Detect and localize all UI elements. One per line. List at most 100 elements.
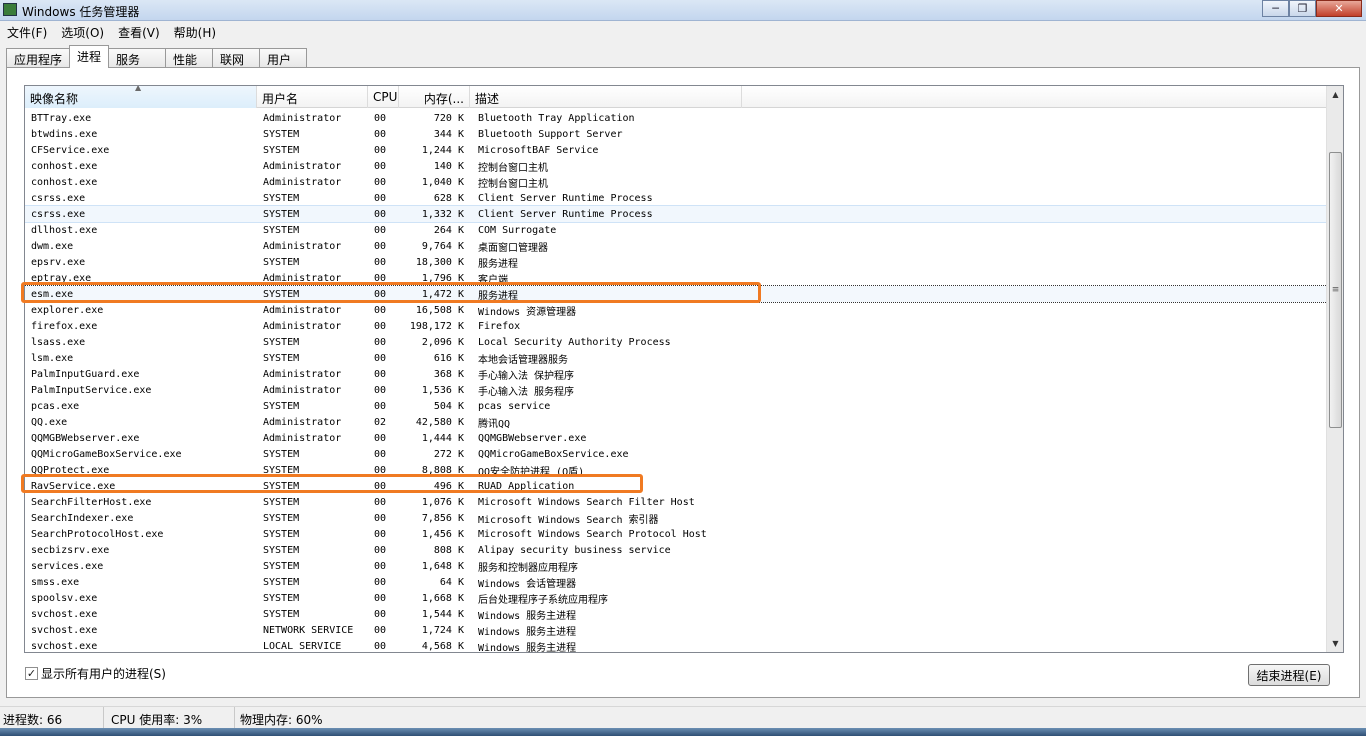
table-row[interactable]: lsass.exe SYSTEM 00 2,096 K Local Security A… bbox=[25, 334, 1327, 350]
table-row[interactable]: PalmInputGuard.exe Administrator 00 368 K 手心… bbox=[25, 366, 1327, 382]
table-row[interactable]: QQMGBWebserver.exe Administrator 00 1,444 K… bbox=[25, 430, 1327, 446]
status-bar: 进程数: 66 CPU 使用率: 3% 物理内存: 60% bbox=[0, 706, 1366, 728]
vertical-scrollbar[interactable]: ▲ ≡ ▼ bbox=[1326, 86, 1343, 652]
process-name: services.exe bbox=[31, 560, 104, 572]
process-description: Windows 资源管理器 bbox=[478, 306, 577, 318]
table-row[interactable]: svchost.exe LOCAL SERVICE 00 4,568 K Windows… bbox=[25, 638, 1327, 653]
process-name: svchost.exe bbox=[31, 624, 98, 636]
table-row[interactable]: PalmInputService.exe Administrator 00 1,536… bbox=[25, 382, 1327, 398]
process-memory: 1,040 K bbox=[421, 176, 464, 188]
table-row[interactable]: firefox.exe Administrator 00 198,172 K Firef… bbox=[25, 318, 1327, 334]
process-name: CFService.exe bbox=[31, 144, 110, 156]
table-row[interactable]: QQProtect.exe SYSTEM 00 8,808 K QQ安全防护进程 (Q盾… bbox=[25, 462, 1327, 478]
maximize-button[interactable]: ❐ bbox=[1289, 0, 1316, 17]
table-row[interactable]: esm.exe SYSTEM 00 1,472 K 服务进程 bbox=[25, 285, 1328, 303]
menu-file[interactable]: 文件(F) bbox=[0, 21, 54, 41]
scroll-thumb[interactable]: ≡ bbox=[1329, 152, 1342, 428]
table-row[interactable]: btwdins.exe SYSTEM 00 344 K Bluetooth Suppor… bbox=[25, 126, 1327, 142]
tab-networking[interactable]: 联网 bbox=[212, 48, 261, 68]
process-memory: 4,568 K bbox=[421, 640, 464, 652]
table-row[interactable]: pcas.exe SYSTEM 00 504 K pcas service bbox=[25, 398, 1327, 414]
process-name: SearchIndexer.exe bbox=[31, 512, 134, 524]
process-memory: 808 K bbox=[433, 544, 464, 556]
table-row[interactable]: epsrv.exe SYSTEM 00 18,300 K 服务进程 bbox=[25, 254, 1327, 270]
process-memory: 344 K bbox=[433, 128, 464, 140]
table-row[interactable]: QQ.exe Administrator 02 42,580 K 腾讯QQ bbox=[25, 414, 1327, 430]
status-cpu-usage: CPU 使用率: 3% bbox=[104, 707, 235, 728]
process-name: btwdins.exe bbox=[31, 128, 98, 140]
process-list[interactable]: ▲ 映像名称 用户名 CPU 内存(... 描述 BTTray.exe Admin… bbox=[24, 85, 1344, 653]
table-row[interactable]: conhost.exe Administrator 00 140 K 控制台窗口主机 bbox=[25, 158, 1327, 174]
table-row[interactable]: svchost.exe NETWORK SERVICE 00 1,724 K Windo… bbox=[25, 622, 1327, 638]
process-description: MicrosoftBAF Service bbox=[478, 144, 599, 156]
process-user: NETWORK SERVICE bbox=[263, 624, 354, 636]
show-all-users-option[interactable]: ✓ 显示所有用户的进程(S) bbox=[25, 665, 166, 682]
table-row[interactable]: services.exe SYSTEM 00 1,648 K 服务和控制器应用程序 bbox=[25, 558, 1327, 574]
minimize-button[interactable]: ─ bbox=[1262, 0, 1289, 17]
process-memory: 368 K bbox=[433, 368, 464, 380]
table-row[interactable]: secbizsrv.exe SYSTEM 00 808 K Alipay securit… bbox=[25, 542, 1327, 558]
process-description: Windows 服务主进程 bbox=[478, 610, 577, 622]
table-row[interactable]: lsm.exe SYSTEM 00 616 K 本地会话管理器服务 bbox=[25, 350, 1327, 366]
table-row[interactable]: dllhost.exe SYSTEM 00 264 K COM Surrogate bbox=[25, 222, 1327, 238]
process-cpu: 00 bbox=[374, 528, 387, 540]
process-cpu: 00 bbox=[374, 512, 387, 524]
table-row[interactable]: eptray.exe Administrator 00 1,796 K 客户端 bbox=[25, 270, 1327, 286]
table-row[interactable]: spoolsv.exe SYSTEM 00 1,668 K 后台处理程序子系统应用程序 bbox=[25, 590, 1327, 606]
process-name: lsass.exe bbox=[31, 336, 86, 348]
process-memory: 7,856 K bbox=[421, 512, 464, 524]
process-memory: 272 K bbox=[433, 448, 464, 460]
process-description: Bluetooth Support Server bbox=[478, 128, 623, 140]
table-row[interactable]: csrss.exe SYSTEM 00 628 K Client Server Runt… bbox=[25, 190, 1327, 206]
scroll-up-icon[interactable]: ▲ bbox=[1327, 86, 1343, 103]
column-cpu[interactable]: CPU bbox=[368, 86, 399, 108]
sort-ascending-icon: ▲ bbox=[135, 85, 142, 92]
process-user: SYSTEM bbox=[263, 576, 300, 588]
table-row[interactable]: smss.exe SYSTEM 00 64 K Windows 会话管理器 bbox=[25, 574, 1327, 590]
process-name: explorer.exe bbox=[31, 304, 104, 316]
column-memory[interactable]: 内存(... bbox=[399, 86, 470, 108]
process-name: QQMicroGameBoxService.exe bbox=[31, 448, 182, 460]
table-row[interactable]: SearchFilterHost.exe SYSTEM 00 1,076 K Micro… bbox=[25, 494, 1327, 510]
process-cpu: 00 bbox=[374, 112, 387, 124]
table-row[interactable]: BTTray.exe Administrator 00 720 K Bluetooth … bbox=[25, 110, 1327, 126]
process-cpu: 00 bbox=[374, 400, 387, 412]
table-row[interactable]: SearchProtocolHost.exe SYSTEM 00 1,456 K Mic… bbox=[25, 526, 1327, 542]
table-row[interactable]: svchost.exe SYSTEM 00 1,544 K Windows 服务主进程 bbox=[25, 606, 1327, 622]
table-row[interactable]: explorer.exe Administrator 00 16,508 K Windo… bbox=[25, 302, 1327, 318]
menu-options[interactable]: 选项(O) bbox=[54, 21, 111, 41]
tab-processes[interactable]: 进程 bbox=[69, 45, 110, 68]
column-description[interactable]: 描述 bbox=[470, 86, 742, 108]
process-user: SYSTEM bbox=[263, 560, 300, 572]
tab-performance[interactable]: 性能 bbox=[165, 48, 214, 68]
table-row[interactable]: SearchIndexer.exe SYSTEM 00 7,856 K Microsof… bbox=[25, 510, 1327, 526]
table-row[interactable]: dwm.exe Administrator 00 9,764 K 桌面窗口管理器 bbox=[25, 238, 1327, 254]
column-image-name[interactable]: ▲ 映像名称 bbox=[25, 86, 257, 108]
table-row[interactable]: RavService.exe SYSTEM 00 496 K RUAD Applicat… bbox=[25, 478, 1327, 494]
process-description: Microsoft Windows Search Protocol Host bbox=[478, 528, 707, 540]
end-process-button[interactable]: 结束进程(E) bbox=[1248, 664, 1330, 686]
checkbox-checked-icon[interactable]: ✓ bbox=[25, 667, 38, 680]
table-row[interactable]: csrss.exe SYSTEM 00 1,332 K Client Server Ru… bbox=[25, 205, 1328, 223]
table-row[interactable]: conhost.exe Administrator 00 1,040 K 控制台窗口主机 bbox=[25, 174, 1327, 190]
task-manager-icon bbox=[3, 3, 17, 16]
process-memory: 18,300 K bbox=[415, 256, 464, 268]
table-row[interactable]: QQMicroGameBoxService.exe SYSTEM 00 272 K QQ… bbox=[25, 446, 1327, 462]
close-button[interactable]: ✕ bbox=[1316, 0, 1362, 17]
scroll-down-icon[interactable]: ▼ bbox=[1327, 635, 1343, 652]
tab-services[interactable]: 服务 bbox=[108, 48, 167, 68]
process-memory: 140 K bbox=[433, 160, 464, 172]
table-row[interactable]: CFService.exe SYSTEM 00 1,244 K MicrosoftBAF… bbox=[25, 142, 1327, 158]
tab-applications[interactable]: 应用程序 bbox=[6, 48, 71, 68]
process-name: eptray.exe bbox=[31, 272, 92, 284]
process-name: csrss.exe bbox=[31, 208, 86, 220]
show-all-users-label: 显示所有用户的进程(S) bbox=[41, 667, 166, 681]
tab-users[interactable]: 用户 bbox=[259, 48, 308, 68]
menu-view[interactable]: 查看(V) bbox=[111, 21, 167, 41]
column-user-name[interactable]: 用户名 bbox=[257, 86, 368, 108]
process-name: QQProtect.exe bbox=[31, 464, 110, 476]
menu-help[interactable]: 帮助(H) bbox=[167, 21, 223, 41]
column-filler bbox=[742, 86, 1327, 108]
process-memory: 1,444 K bbox=[421, 432, 464, 444]
process-cpu: 00 bbox=[374, 560, 387, 572]
